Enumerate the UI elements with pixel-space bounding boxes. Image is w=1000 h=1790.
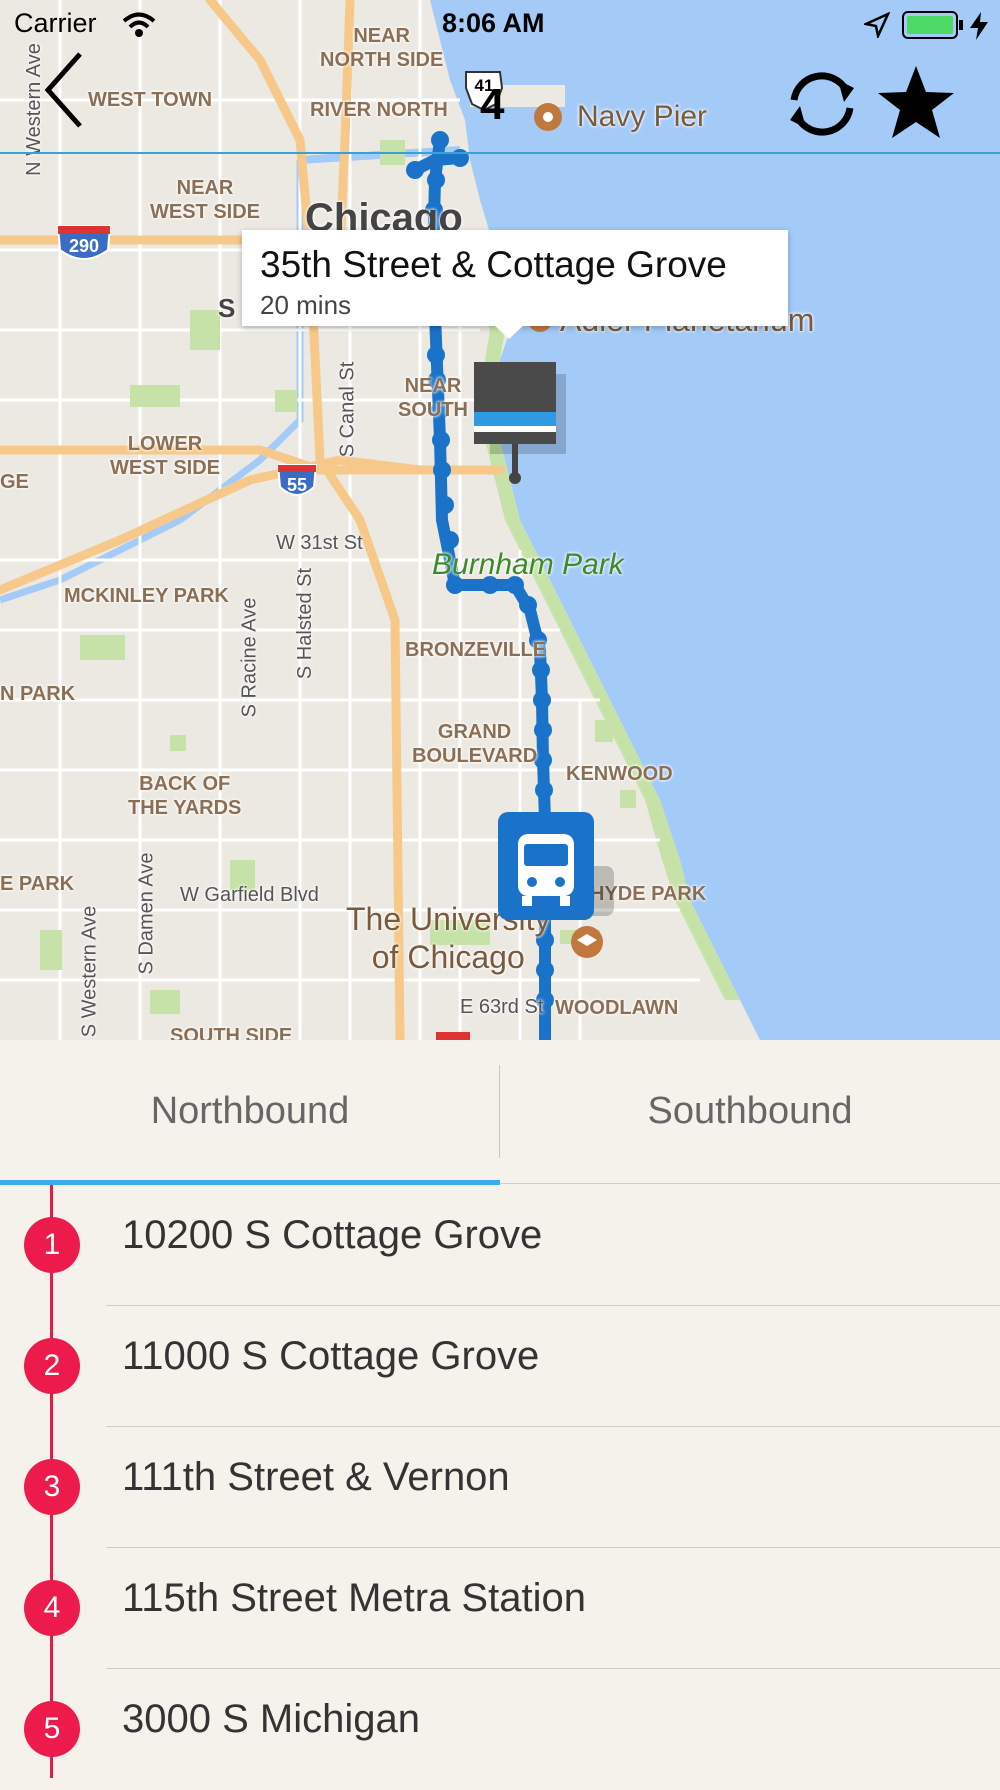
- star-icon: [878, 66, 954, 138]
- route-map[interactable]: NEAR NORTH SIDE WEST TOWN RIVER NORTH Na…: [0, 0, 1000, 1040]
- tab-northbound[interactable]: Northbound: [0, 1040, 500, 1183]
- list-item[interactable]: 5 3000 S Michigan: [0, 1669, 1000, 1790]
- interstate-55-shield: 55: [286, 475, 308, 495]
- map-label-s-partial: S: [218, 293, 236, 323]
- map-label-grand-boulevard: GRAND BOULEVARD: [412, 721, 538, 767]
- stop-number-badge: 1: [24, 1217, 80, 1273]
- map-label-back-of-the-yards: BACK OF THE YARDS: [128, 773, 242, 819]
- refresh-icon: [790, 72, 854, 136]
- stop-list[interactable]: 1 10200 S Cottage Grove 2 11000 S Cottag…: [0, 1185, 1000, 1778]
- stop-number-badge: 4: [24, 1580, 80, 1636]
- bus-stop-sign-icon: [474, 362, 566, 484]
- chevron-left-icon: [44, 52, 82, 128]
- stop-name: 115th Street Metra Station: [122, 1576, 586, 1620]
- nav-bar: 4: [0, 50, 1000, 154]
- tab-southbound[interactable]: Southbound: [500, 1040, 1000, 1183]
- route-number: 4: [480, 80, 505, 129]
- clock: 8:06 AM: [442, 8, 545, 38]
- map-label-lower-west-side: LOWER WEST SIDE: [110, 433, 221, 479]
- status-bar: Carrier 8:06 AM: [0, 0, 1000, 50]
- street-s-damen: S Damen Ave: [135, 852, 158, 975]
- bus-vehicle-marker[interactable]: [498, 812, 614, 920]
- stop-name: 10200 S Cottage Grove: [122, 1213, 543, 1257]
- street-e-63rd: E 63rd St: [460, 996, 544, 1018]
- map-label-woodlawn: WOODLAWN: [555, 997, 679, 1019]
- map-label-mckinley-park: MCKINLEY PARK: [64, 585, 229, 607]
- list-item[interactable]: 2 11000 S Cottage Grove: [0, 1306, 1000, 1427]
- list-item[interactable]: 3 111th Street & Vernon: [0, 1427, 1000, 1548]
- battery-icon: [902, 11, 963, 39]
- charging-bolt-icon: [970, 12, 988, 40]
- location-arrow-icon: [864, 12, 890, 38]
- wifi-icon: [122, 12, 156, 37]
- map-label-south-side: SOUTH SIDE: [170, 1025, 293, 1040]
- stop-number-badge: 2: [24, 1338, 80, 1394]
- map-label-bronzeville: BRONZEVILLE: [405, 639, 547, 661]
- map-label-kenwood: KENWOOD: [566, 763, 673, 785]
- stop-number-badge: 5: [24, 1701, 80, 1757]
- map-label-ge: GE: [0, 471, 29, 493]
- callout-eta: 20 mins: [260, 290, 352, 320]
- direction-tabs: Northbound Southbound: [0, 1040, 1000, 1184]
- street-s-western: S Western Ave: [78, 905, 101, 1038]
- street-w-garfield: W Garfield Blvd: [180, 884, 319, 906]
- favorite-button[interactable]: [876, 62, 956, 142]
- stop-number-badge: 3: [24, 1459, 80, 1515]
- stop-name: 111th Street & Vernon: [122, 1455, 510, 1499]
- map-label-burnham-park: Burnham Park: [432, 548, 624, 581]
- back-button[interactable]: [40, 50, 100, 140]
- street-s-racine: S Racine Ave: [238, 597, 261, 718]
- callout-title: 35th Street & Cottage Grove: [260, 244, 727, 285]
- stop-callout[interactable]: 35th Street & Cottage Grove 20 mins: [242, 230, 788, 339]
- refresh-button[interactable]: [782, 64, 862, 144]
- bus-icon: [498, 812, 614, 920]
- interstate-290-shield: 290: [68, 236, 100, 256]
- street-w-31st: W 31st St: [276, 532, 363, 554]
- street-s-canal: S Canal St: [336, 361, 359, 458]
- list-item[interactable]: 1 10200 S Cottage Grove: [0, 1185, 1000, 1306]
- stop-name: 11000 S Cottage Grove: [122, 1334, 540, 1378]
- stop-name: 3000 S Michigan: [122, 1697, 420, 1741]
- street-s-halsted: S Halsted St: [294, 567, 317, 680]
- map-label-e-park: E PARK: [0, 873, 75, 895]
- map-label-n-park: N PARK: [0, 683, 76, 705]
- map-label-near-south: NEAR SOUTH: [398, 375, 468, 421]
- map-label-near-west-side: NEAR WEST SIDE: [150, 177, 261, 223]
- callout-pointer: [494, 325, 524, 339]
- carrier-label: Carrier: [14, 8, 97, 38]
- bus-stop-marker[interactable]: [472, 360, 566, 484]
- list-item[interactable]: 4 115th Street Metra Station: [0, 1548, 1000, 1669]
